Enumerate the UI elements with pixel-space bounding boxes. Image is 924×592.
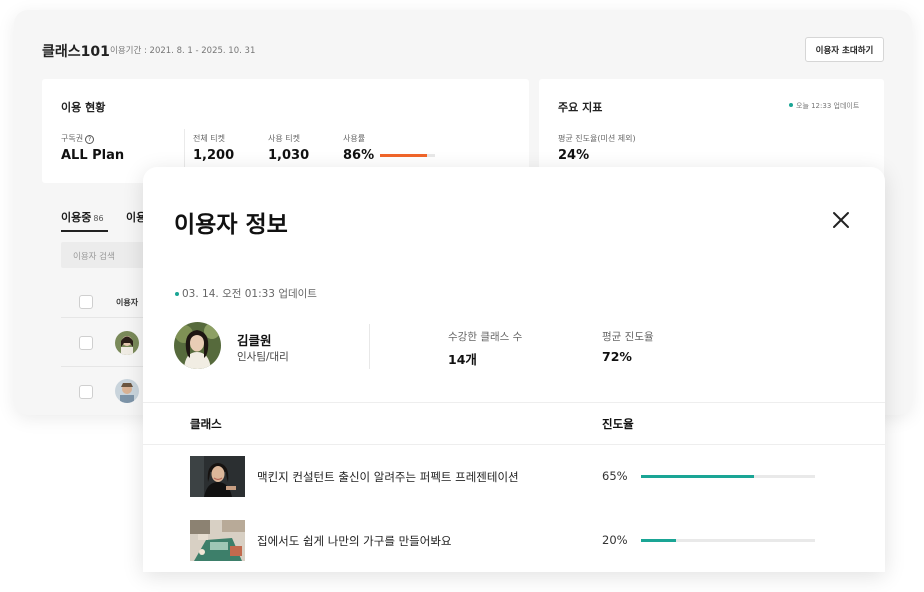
tab-underline — [61, 230, 108, 232]
divider — [369, 324, 370, 369]
avg-progress-label: 평균 진도율(미션 제외) — [558, 134, 636, 143]
class-thumbnail[interactable] — [190, 456, 245, 497]
avg-progress-value: 72% — [602, 349, 632, 364]
tab-active-users-label: 이용중 — [61, 211, 92, 224]
plan-label: 구독권 — [61, 134, 84, 143]
usage-rate-value: 86% — [343, 148, 375, 163]
tab-active-users-count: 86 — [93, 214, 104, 223]
metrics-updated-text: 오늘 12:33 업데이트 — [796, 102, 860, 110]
subscription-period: 이용기간 : 2021. 8. 1 - 2025. 10. 31 — [110, 46, 256, 56]
avg-progress-label: 평균 진도율 — [602, 331, 654, 343]
column-header-user: 이용자 — [116, 298, 139, 307]
used-ticket-value: 1,030 — [268, 148, 310, 163]
progress-bar — [641, 475, 815, 478]
modal-title: 이용자 정보 — [174, 212, 288, 238]
divider — [184, 129, 185, 169]
status-dot-icon — [789, 103, 793, 107]
row-checkbox[interactable] — [79, 385, 93, 399]
plan-value: ALL Plan — [61, 148, 125, 163]
user-department: 인사팀/대리 — [237, 351, 289, 363]
row-checkbox[interactable] — [79, 336, 93, 350]
used-ticket-label: 사용 티켓 — [268, 134, 300, 143]
key-metrics-title: 주요 지표 — [558, 101, 603, 114]
class-title[interactable]: 집에서도 쉽게 나만의 가구를 만들어봐요 — [257, 533, 451, 549]
modal-updated-text: 03. 14. 오전 01:33 업데이트 — [182, 288, 317, 300]
user-name: 김클원 — [237, 333, 272, 348]
select-all-checkbox[interactable] — [79, 295, 93, 309]
divider — [143, 402, 885, 403]
class-thumbnail[interactable] — [190, 520, 245, 561]
avatar — [115, 379, 139, 403]
progress-bar-fill — [641, 475, 755, 478]
tab-active-users[interactable]: 이용중 86 — [61, 209, 104, 225]
dashboard-title: 클래스101 — [42, 44, 110, 60]
avatar — [174, 322, 221, 369]
usage-rate-bar — [380, 154, 435, 157]
divider — [143, 444, 885, 445]
column-header-class: 클래스 — [190, 417, 222, 431]
invite-user-button[interactable]: 이용자 초대하기 — [805, 37, 884, 62]
status-dot-icon — [175, 292, 179, 296]
total-ticket-value: 1,200 — [193, 148, 235, 163]
plan-label-wrap: 구독권? — [61, 133, 95, 144]
progress-bar-fill — [641, 539, 676, 542]
user-info-modal: 이용자 정보 03. 14. 오전 01:33 업데이트 김클원 인사팀/대리 … — [143, 167, 885, 572]
progress-bar — [641, 539, 815, 542]
modal-updated: 03. 14. 오전 01:33 업데이트 — [175, 286, 317, 301]
avg-progress-value: 24% — [558, 148, 590, 163]
close-icon[interactable] — [831, 210, 851, 230]
usage-rate-fill — [380, 154, 428, 157]
avatar — [115, 331, 139, 355]
total-ticket-label: 전체 티켓 — [193, 134, 225, 143]
classes-taken-label: 수강한 클래스 수 — [448, 331, 523, 343]
help-icon[interactable]: ? — [85, 135, 95, 144]
column-header-progress: 진도율 — [602, 417, 634, 431]
usage-card-title: 이용 현황 — [61, 101, 106, 114]
progress-percent: 20% — [602, 533, 628, 547]
usage-rate-label: 사용률 — [343, 134, 366, 143]
class-title[interactable]: 맥킨지 컨설턴트 출신이 알려주는 퍼펙트 프레젠테이션 — [257, 469, 519, 485]
metrics-updated: 오늘 12:33 업데이트 — [789, 101, 859, 111]
stage: 클래스101 이용기간 : 2021. 8. 1 - 2025. 10. 31 … — [0, 0, 924, 592]
progress-percent: 65% — [602, 469, 628, 483]
classes-taken-value: 14개 — [448, 352, 477, 367]
